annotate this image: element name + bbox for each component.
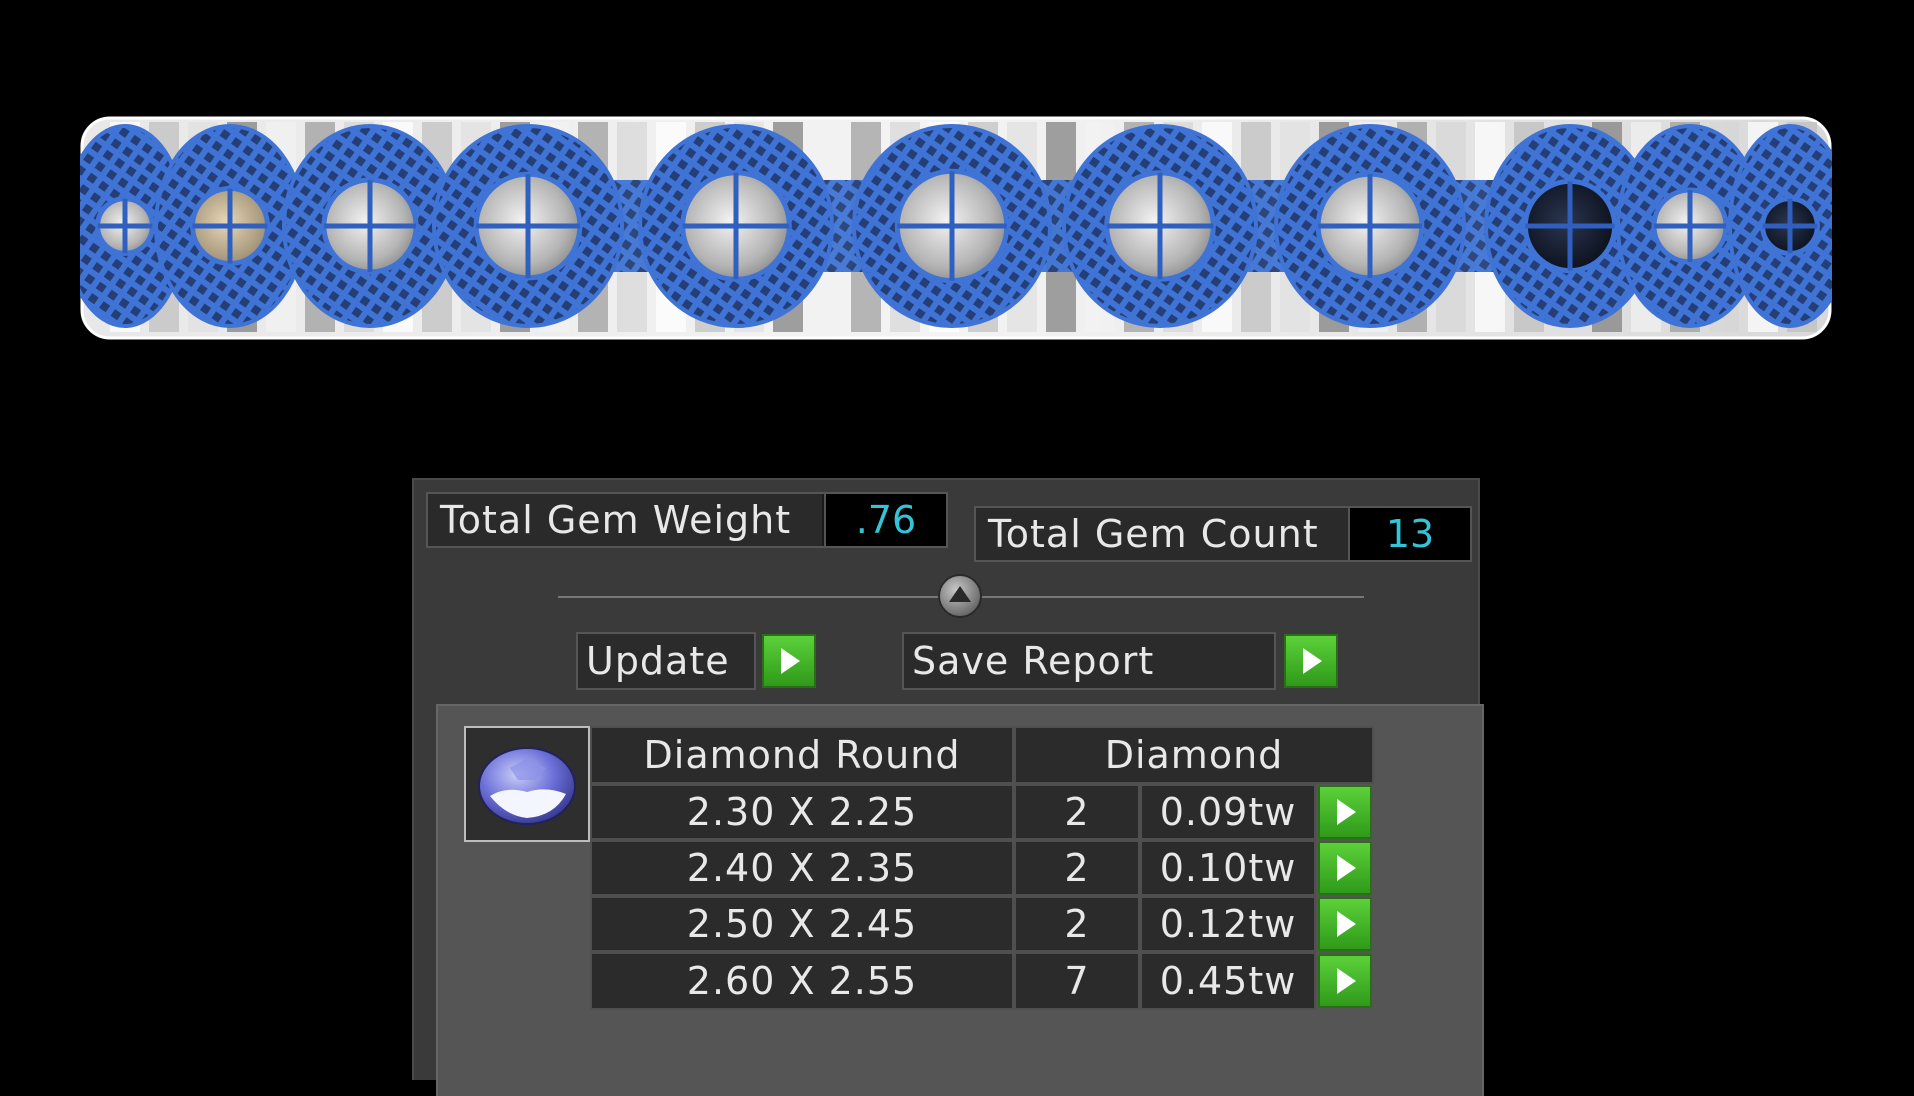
save-report-action: Save Report (902, 632, 1342, 690)
play-arrow-icon (1303, 648, 1322, 674)
gem-weight-cell: 0.10tw (1140, 840, 1316, 896)
gem-weight-cell: 0.12tw (1140, 896, 1316, 952)
update-action: Update (576, 632, 816, 690)
ring-gem-setting (1728, 124, 1832, 328)
ring-gem-setting (638, 124, 834, 328)
ring-gem-setting (1062, 124, 1258, 328)
ring-gem-setting (154, 124, 306, 328)
gem-count-cell: 2 (1014, 840, 1140, 896)
material-header: Diamond (1014, 726, 1374, 784)
update-button[interactable] (762, 634, 816, 688)
gem-weight-cell: 0.09tw (1140, 784, 1316, 840)
save-report-button[interactable] (1284, 634, 1338, 688)
gem-thumbnail (464, 726, 590, 842)
gem-breakdown-section: Diamond Round Diamond 2.30 X 2.25 2 0.09… (436, 704, 1484, 1096)
play-arrow-icon (1337, 799, 1356, 825)
gem-count-cell: 2 (1014, 784, 1140, 840)
gem-size-cell: 2.40 X 2.35 (590, 840, 1014, 896)
play-arrow-icon (1337, 968, 1356, 994)
ring-wireframe-render (80, 116, 1832, 340)
gem-count-cell: 2 (1014, 896, 1140, 952)
gem-row-go-button[interactable] (1318, 954, 1372, 1008)
total-gem-count-box: Total Gem Count 13 (974, 506, 1472, 562)
gem-size-cell: 2.50 X 2.45 (590, 896, 1014, 952)
ring-gem-setting (282, 124, 458, 328)
shape-header: Diamond Round (590, 726, 1014, 784)
gem-report-panel: Total Gem Weight .76 Total Gem Count 13 … (412, 478, 1484, 1096)
collapse-toggle-button[interactable] (938, 574, 982, 618)
round-gem-icon (478, 747, 576, 825)
gem-count-cell: 7 (1014, 952, 1140, 1010)
total-gem-weight-box: Total Gem Weight .76 Total Gem Count 13 … (426, 492, 1484, 1096)
ring-gem-setting (432, 124, 624, 328)
play-arrow-icon (781, 648, 800, 674)
play-arrow-icon (1337, 855, 1356, 881)
ring-gem-setting (1274, 124, 1466, 328)
gem-weight-cell: 0.45tw (1140, 952, 1316, 1010)
chevron-up-icon (949, 586, 971, 602)
play-arrow-icon (1337, 911, 1356, 937)
save-report-label: Save Report (902, 632, 1276, 690)
total-gem-count-label: Total Gem Count (976, 508, 1350, 560)
total-gem-weight-value: .76 (824, 494, 946, 546)
gem-row-go-button[interactable] (1318, 841, 1372, 895)
total-gem-count-value: 13 (1348, 508, 1470, 560)
total-gem-weight-label: Total Gem Weight (428, 494, 824, 546)
gem-report-viewport: Total Gem Weight .76 Total Gem Count 13 … (0, 0, 1914, 1096)
update-label: Update (576, 632, 756, 690)
gem-size-cell: 2.30 X 2.25 (590, 784, 1014, 840)
gem-row-go-button[interactable] (1318, 785, 1372, 839)
gem-size-cell: 2.60 X 2.55 (590, 952, 1014, 1010)
ring-gem-setting (852, 124, 1052, 328)
gem-row-go-button[interactable] (1318, 897, 1372, 951)
